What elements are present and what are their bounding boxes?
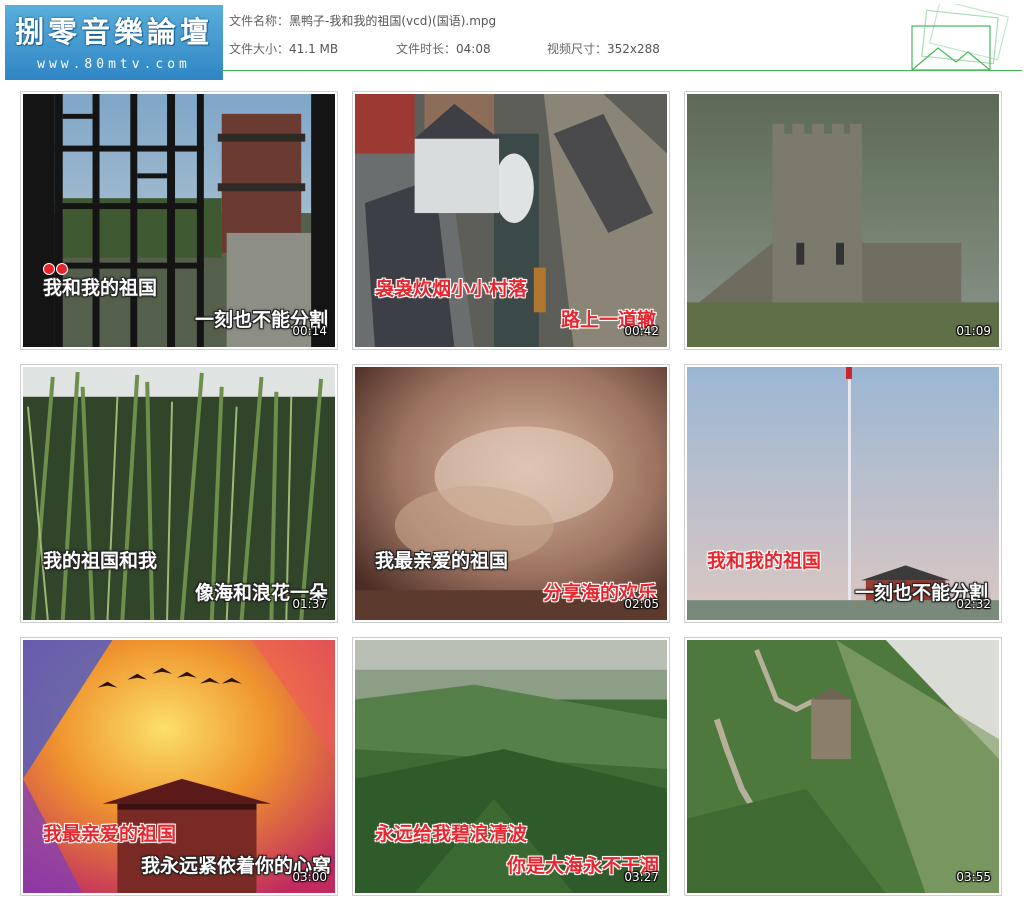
subtitle-line-1: 我最亲爱的祖国: [43, 823, 177, 845]
video-frame-5: 我最亲爱的祖国 分享海的欢乐 02:05: [355, 367, 667, 620]
thumbnail-2[interactable]: 袅袅炊烟小小村落 路上一道辙 00:42: [352, 91, 670, 350]
subtitle-line-1: 袅袅炊烟小小村落: [375, 278, 528, 300]
timestamp: 03:00: [292, 870, 327, 884]
thumbnail-1[interactable]: 我和我的祖国 一刻也不能分割 00:14: [20, 91, 338, 350]
timestamp: 02:05: [624, 597, 659, 611]
subtitle-line-1: 我和我的祖国: [43, 277, 158, 299]
video-frame-1: 我和我的祖国 一刻也不能分割 00:14: [23, 94, 335, 347]
thumbnail-3[interactable]: 01:09: [684, 91, 1002, 350]
subtitle-line-1: 我的祖国和我: [43, 550, 158, 572]
video-frame-6: 我和我的祖国 一刻也不能分割 02:32: [687, 367, 999, 620]
video-frame-8: 永远给我碧浪清波 你是大海永不干涸 03:27: [355, 640, 667, 893]
file-name-label: 文件名称：: [229, 14, 290, 28]
file-resolution-row: 视频尺寸：352x288: [547, 42, 660, 56]
frame-image: [687, 94, 999, 347]
file-resolution-value: 352x288: [607, 42, 660, 56]
file-name-row: 文件名称：黑鸭子-我和我的祖国(vcd)(国语).mpg: [229, 14, 496, 28]
thumbnail-7[interactable]: 我最亲爱的祖国 我永远紧依着你的心窝 03:00: [20, 637, 338, 896]
thumbnail-6[interactable]: 我和我的祖国 一刻也不能分割 02:32: [684, 364, 1002, 623]
file-duration-value: 04:08: [456, 42, 491, 56]
video-frame-2: 袅袅炊烟小小村落 路上一道辙 00:42: [355, 94, 667, 347]
video-frame-9: 03:55: [687, 640, 999, 893]
site-logo: 捌零音樂論壇 www.80mtv.com: [5, 5, 223, 80]
timestamp: 02:32: [956, 597, 991, 611]
file-resolution-label: 视频尺寸：: [547, 42, 608, 56]
thumbnail-8[interactable]: 永远给我碧浪清波 你是大海永不干涸 03:27: [352, 637, 670, 896]
logo-url: www.80mtv.com: [37, 57, 191, 72]
file-duration-row: 文件时长：04:08: [396, 42, 491, 56]
timestamp: 01:09: [956, 324, 991, 338]
subtitle-line-1: 我最亲爱的祖国: [375, 550, 509, 572]
header-divider: [222, 70, 1022, 71]
picture-stack-icon: [911, 4, 1010, 71]
subtitle-line-1: 永远给我碧浪清波: [375, 823, 528, 845]
frame-image: [687, 640, 999, 893]
timestamp: 00:14: [292, 324, 327, 338]
subtitle-line-1: 我和我的祖国: [707, 550, 822, 572]
thumbnail-5[interactable]: 我最亲爱的祖国 分享海的欢乐 02:05: [352, 364, 670, 623]
file-size-label: 文件大小：: [229, 42, 290, 56]
video-frame-7: 我最亲爱的祖国 我永远紧依着你的心窝 03:00: [23, 640, 335, 893]
file-size-row: 文件大小：41.1 MB: [229, 42, 338, 56]
thumbnail-4[interactable]: 我的祖国和我 像海和浪花一朵 01:37: [20, 364, 338, 623]
timestamp: 01:37: [292, 597, 327, 611]
file-name-value: 黑鸭子-我和我的祖国(vcd)(国语).mpg: [289, 14, 497, 28]
logo-title: 捌零音樂論壇: [14, 15, 213, 49]
video-frame-4: 我的祖国和我 像海和浪花一朵 01:37: [23, 367, 335, 620]
timestamp: 03:27: [624, 870, 659, 884]
thumbnail-9[interactable]: 03:55: [684, 637, 1002, 896]
timestamp: 03:55: [956, 870, 991, 884]
timestamp: 00:42: [624, 324, 659, 338]
video-frame-3: 01:09: [687, 94, 999, 347]
file-size-value: 41.1 MB: [289, 42, 339, 56]
file-duration-label: 文件时长：: [396, 42, 457, 56]
